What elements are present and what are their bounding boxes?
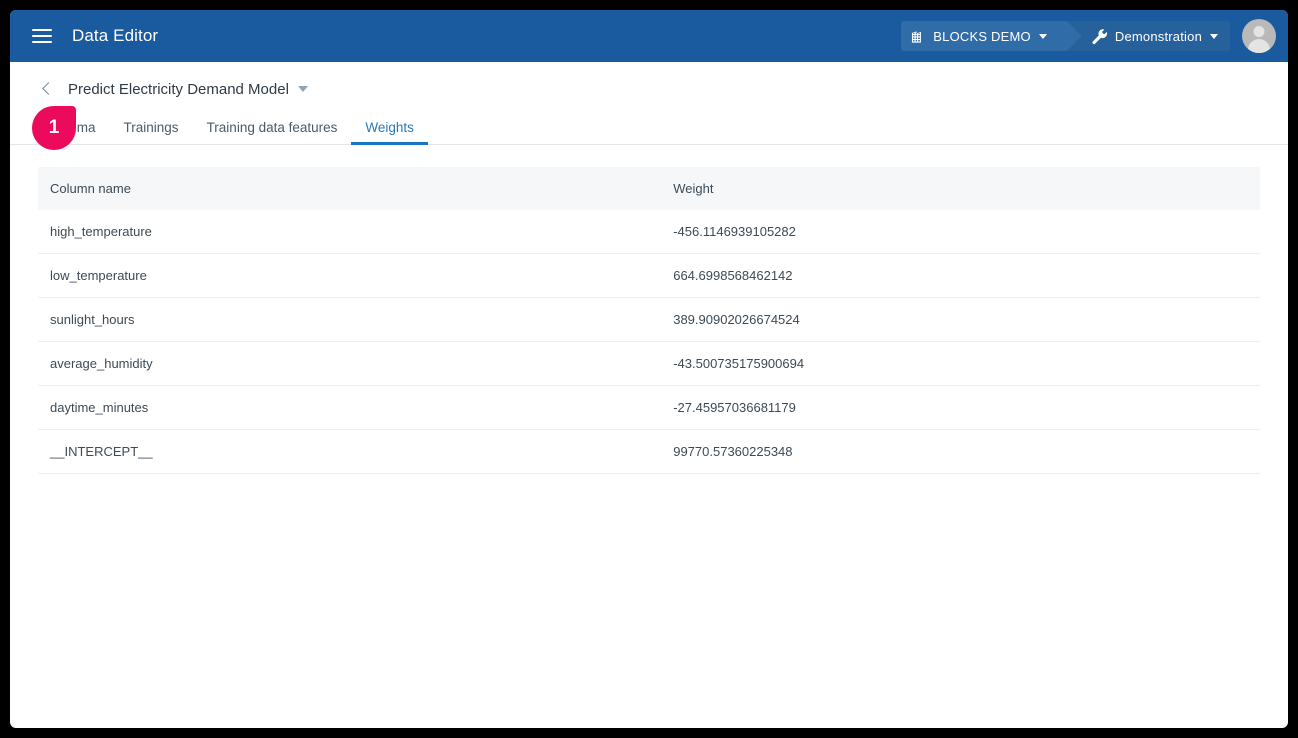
table-body: high_temperature -456.1146939105282 low_… xyxy=(38,210,1260,474)
table-row[interactable]: low_temperature 664.6998568462142 xyxy=(38,253,1260,298)
page-header: Predict Electricity Demand Model xyxy=(10,62,1288,98)
breadcrumb-item-environment[interactable]: Demonstration xyxy=(1066,21,1230,51)
chevron-left-icon[interactable] xyxy=(38,80,56,98)
cell-column-name: low_temperature xyxy=(38,253,662,298)
table-row[interactable]: average_humidity -43.500735175900694 xyxy=(38,341,1260,386)
triangle-down-icon[interactable] xyxy=(297,86,308,92)
avatar-head xyxy=(1253,26,1265,37)
chevron-down-icon[interactable] xyxy=(1210,33,1218,39)
breadcrumb-label-environment: Demonstration xyxy=(1114,28,1202,44)
breadcrumb-item-project[interactable]: BLOCKS DEMO xyxy=(901,21,1082,51)
cell-column-name: sunlight_hours xyxy=(38,297,662,342)
cell-column-name: high_temperature xyxy=(38,210,662,254)
cell-weight: -456.1146939105282 xyxy=(661,210,1260,254)
cell-column-name: daytime_minutes xyxy=(38,385,662,430)
chevron-down-icon[interactable] xyxy=(1038,33,1047,39)
table-header-row: Column name Weight xyxy=(38,167,1260,210)
table-row[interactable]: __INTERCEPT__ 99770.57360225348 xyxy=(38,429,1260,474)
tab-bar: Schema Trainings Training data features … xyxy=(10,110,1288,145)
column-header-column-name: Column name xyxy=(38,167,662,210)
page-title: Predict Electricity Demand Model xyxy=(68,80,289,98)
hamburger-line xyxy=(32,35,52,37)
cell-weight: 99770.57360225348 xyxy=(661,429,1260,474)
breadcrumb-label-project: BLOCKS DEMO xyxy=(933,28,1031,44)
app-viewport: Data Editor BLOCKS DEMO Demonstration Pr… xyxy=(10,10,1288,728)
weights-table-container: Column name Weight high_temperature -456… xyxy=(38,167,1260,474)
table-row[interactable]: high_temperature -456.1146939105282 xyxy=(38,210,1260,254)
user-avatar-icon[interactable] xyxy=(1242,19,1276,53)
avatar-body xyxy=(1248,39,1270,53)
cell-column-name: average_humidity xyxy=(38,341,662,386)
table-row[interactable]: daytime_minutes -27.45957036681179 xyxy=(38,385,1260,430)
weights-table: Column name Weight high_temperature -456… xyxy=(38,167,1260,474)
tab-schema[interactable]: Schema xyxy=(38,120,110,145)
building-icon xyxy=(911,29,926,44)
cell-weight: -43.500735175900694 xyxy=(661,341,1260,386)
app-title: Data Editor xyxy=(72,26,159,45)
tab-trainings[interactable]: Trainings xyxy=(110,120,193,145)
cell-weight: 389.90902026674524 xyxy=(661,297,1260,342)
app-header-bar: Data Editor BLOCKS DEMO Demonstration xyxy=(10,10,1288,62)
tab-training-data-features[interactable]: Training data features xyxy=(193,120,352,145)
hamburger-line xyxy=(32,29,52,31)
device-frame: Data Editor BLOCKS DEMO Demonstration Pr… xyxy=(0,0,1298,738)
table-head: Column name Weight xyxy=(38,167,1260,210)
cell-column-name: __INTERCEPT__ xyxy=(38,429,662,474)
column-header-weight: Weight xyxy=(661,167,1260,210)
hamburger-line xyxy=(32,41,52,43)
hamburger-menu-icon[interactable] xyxy=(32,23,58,49)
tab-weights[interactable]: Weights xyxy=(351,120,428,145)
wrench-icon xyxy=(1091,28,1108,45)
cell-weight: -27.45957036681179 xyxy=(661,385,1260,430)
breadcrumb: BLOCKS DEMO Demonstration xyxy=(901,21,1230,51)
cell-weight: 664.6998568462142 xyxy=(661,253,1260,298)
app-header-right: BLOCKS DEMO Demonstration xyxy=(901,10,1276,62)
table-row[interactable]: sunlight_hours 389.90902026674524 xyxy=(38,297,1260,342)
